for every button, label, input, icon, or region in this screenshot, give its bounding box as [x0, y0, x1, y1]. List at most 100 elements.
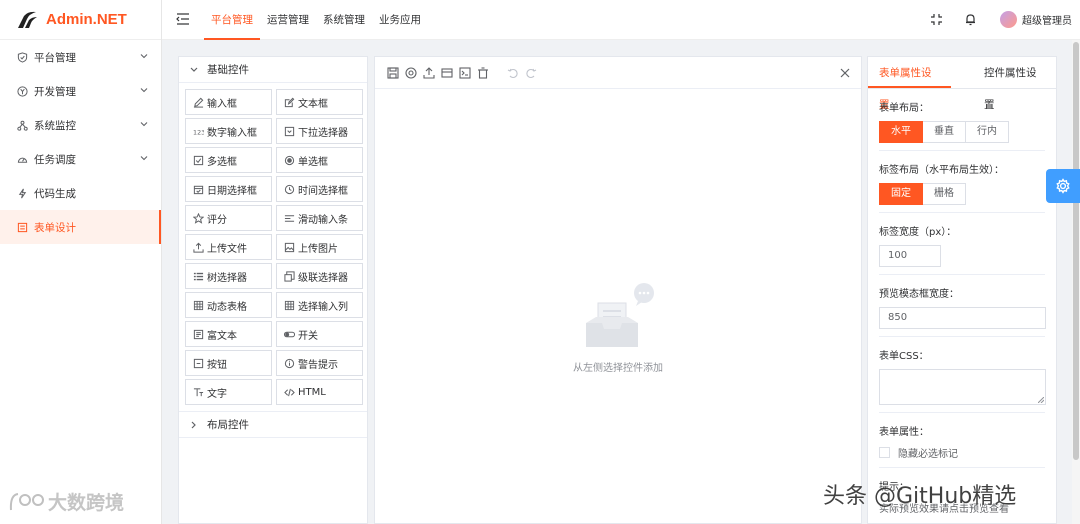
radio-button[interactable]: 行内 — [966, 121, 1009, 143]
window-icon[interactable] — [441, 67, 453, 79]
widget-item[interactable]: 警告提示 — [276, 350, 363, 376]
widget-item[interactable]: 时间选择框 — [276, 176, 363, 202]
form-css-textarea[interactable] — [879, 369, 1046, 405]
logo[interactable]: Admin.NET — [0, 0, 161, 40]
bell-icon[interactable] — [964, 13, 977, 26]
radio-button[interactable]: 固定 — [879, 183, 923, 205]
form-layout-radio-group: 水平 垂直 行内 — [879, 121, 1009, 143]
preview-width-input[interactable]: 850 — [879, 307, 1046, 329]
widget-item[interactable]: 上传文件 — [185, 234, 272, 260]
settings-float-button[interactable] — [1046, 169, 1080, 203]
sidebar-item[interactable]: 开发管理 — [0, 74, 161, 108]
redo-icon[interactable] — [525, 67, 537, 79]
widget-item[interactable]: 动态表格 — [185, 292, 272, 318]
widget-item[interactable]: 按钮 — [185, 350, 272, 376]
radio-button[interactable]: 水平 — [879, 121, 923, 143]
properties-panel: 表单属性设置 控件属性设置 表单布局： 水平 垂直 行内 标签布局（水平布局生效）： … — [867, 56, 1057, 524]
widget-item[interactable]: 富文本 — [185, 321, 272, 347]
sidebar-item[interactable]: 表单设计 — [0, 210, 161, 244]
label-layout-radio-group: 固定 栅格 — [879, 183, 966, 205]
scrollbar-thumb[interactable] — [1073, 42, 1079, 460]
chevron-down-icon — [139, 51, 149, 61]
user-name: 超级管理员 — [1022, 16, 1072, 27]
top-nav-tab[interactable]: 平台管理 — [204, 0, 260, 40]
form-icon — [16, 221, 28, 233]
table-icon — [193, 300, 204, 311]
dropdown-icon — [284, 126, 295, 137]
preview-width-section: 预览模态框宽度： 850 — [879, 275, 1046, 337]
widget-item-label: 上传文件 — [207, 243, 247, 255]
properties-tabs: 表单属性设置 控件属性设置 — [868, 57, 1056, 111]
top-nav-tab[interactable]: 运营管理 — [260, 0, 316, 40]
upload-icon — [193, 242, 204, 253]
label-width-label: 标签宽度（px）： — [879, 227, 957, 238]
checkbox-icon — [193, 155, 204, 166]
widget-item[interactable]: 评分 — [185, 205, 272, 231]
widget-item[interactable]: 树选择器 — [185, 263, 272, 289]
widget-item[interactable]: 多选框 — [185, 147, 272, 173]
radio-button[interactable]: 栅格 — [923, 183, 966, 205]
label-width-section: 标签宽度（px）： 100 — [879, 213, 1045, 275]
menu-fold-icon[interactable] — [176, 12, 190, 26]
resize-handle-icon[interactable] — [1038, 397, 1044, 403]
widget-item[interactable]: 文字 — [185, 379, 272, 405]
basic-widgets-header[interactable]: 基础控件 — [179, 57, 367, 83]
widget-item[interactable]: 123数字输入框 — [185, 118, 272, 144]
page-scrollbar[interactable] — [1072, 40, 1080, 524]
circle-yen-icon — [16, 85, 28, 97]
code-icon — [284, 387, 295, 398]
watermark-logo-icon — [9, 492, 44, 510]
widget-item[interactable]: 开关 — [276, 321, 363, 347]
widget-item[interactable]: 日期选择框 — [185, 176, 272, 202]
gauge-icon — [16, 153, 28, 165]
close-icon[interactable] — [839, 67, 851, 79]
widget-item[interactable]: 选择输入列 — [276, 292, 363, 318]
radio-icon — [284, 155, 295, 166]
widget-item[interactable]: 文本框 — [276, 89, 363, 115]
fullscreen-icon[interactable] — [930, 13, 943, 26]
label-layout-section: 标签布局（水平布局生效）： 固定 栅格 — [879, 151, 1045, 213]
save-icon[interactable] — [387, 67, 399, 79]
cluster-icon — [16, 119, 28, 131]
widget-item-label: 动态表格 — [207, 301, 247, 313]
properties-tab[interactable]: 表单属性设置 — [868, 57, 951, 111]
preview-icon[interactable] — [405, 67, 417, 79]
undo-icon[interactable] — [507, 67, 519, 79]
widget-item[interactable]: 滑动输入条 — [276, 205, 363, 231]
widget-item[interactable]: 下拉选择器 — [276, 118, 363, 144]
hide-required-checkbox[interactable]: 隐藏必选标记 — [879, 445, 1045, 460]
widget-panel: 基础控件 输入框 文本框 123数字输入框 下拉选择器多选框 单选框日期选择框 时间选择框… — [178, 56, 368, 524]
layout-widgets-header[interactable]: 布局控件 — [179, 412, 367, 438]
sidebar-menu: 平台管理 开发管理 系统监控 任务调度 代码生成 表单设计 — [0, 40, 161, 244]
upload-icon[interactable] — [423, 67, 435, 79]
checkbox-box[interactable] — [879, 447, 890, 458]
widget-item[interactable]: 单选框 — [276, 147, 363, 173]
cascader-icon — [284, 270, 295, 282]
top-header: 平台管理 运营管理 系统管理 业务应用 超级管理员 — [162, 0, 1080, 40]
properties-tab[interactable]: 控件属性设置 — [973, 57, 1056, 111]
sidebar-item[interactable]: 系统监控 — [0, 108, 161, 142]
sidebar-item[interactable]: 代码生成 — [0, 176, 161, 210]
widget-item-label: 富文本 — [207, 330, 237, 342]
logo-mark-icon — [18, 11, 37, 28]
chevron-down-icon — [139, 153, 149, 163]
sidebar-item[interactable]: 平台管理 — [0, 40, 161, 74]
label-width-input[interactable]: 100 — [879, 245, 941, 267]
top-nav-tab[interactable]: 系统管理 — [316, 0, 372, 40]
delete-icon[interactable] — [477, 67, 489, 79]
table-icon — [284, 300, 295, 311]
sidebar-item[interactable]: 任务调度 — [0, 142, 161, 176]
top-nav-tab[interactable]: 业务应用 — [372, 0, 428, 40]
user-menu[interactable]: 超级管理员 — [1000, 11, 1072, 28]
form-css-label: 表单CSS： — [879, 351, 929, 362]
widget-item[interactable]: HTML — [276, 379, 363, 405]
widget-item-label: 警告提示 — [298, 359, 338, 371]
empty-state: 从左侧选择控件添加 — [375, 283, 861, 374]
code-view-icon[interactable] — [459, 67, 471, 79]
widget-item[interactable]: 上传图片 — [276, 234, 363, 260]
calendar-icon — [193, 184, 204, 195]
widget-item-label: 树选择器 — [207, 272, 247, 284]
widget-item[interactable]: 输入框 — [185, 89, 272, 115]
widget-item[interactable]: 级联选择器 — [276, 263, 363, 289]
radio-button[interactable]: 垂直 — [923, 121, 966, 143]
